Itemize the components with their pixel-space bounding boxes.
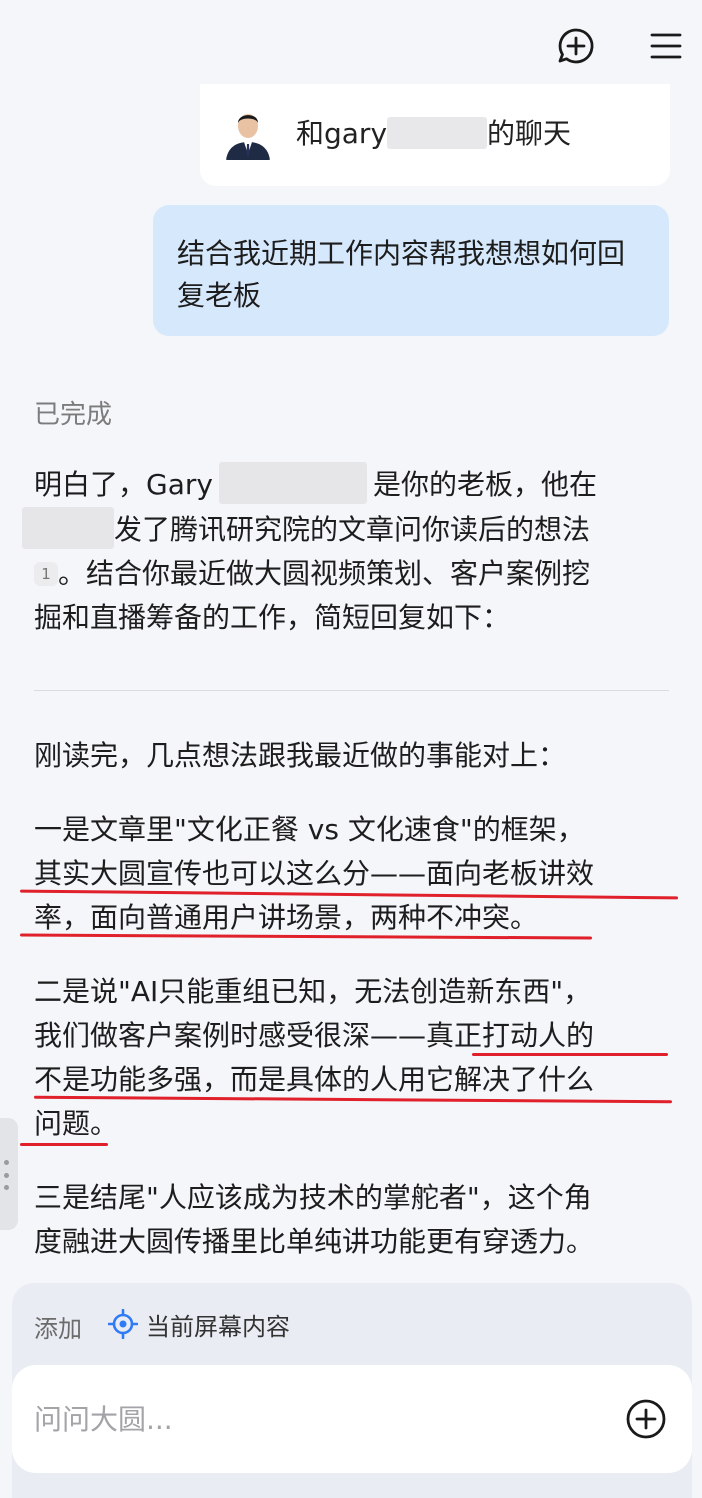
chat-plus-icon bbox=[558, 28, 594, 64]
message-input[interactable] bbox=[34, 1395, 594, 1443]
chat-context-title: 和gary 的聊天 bbox=[296, 117, 572, 150]
drag-dots-icon bbox=[4, 1160, 10, 1190]
reply-point-1: 一是文章里"文化正餐 vs 文化速食"的框架， 其实大圆宣传也可以这么分——面向… bbox=[34, 813, 595, 934]
redacted-name bbox=[218, 462, 367, 504]
redacted-time bbox=[22, 507, 114, 549]
plus-circle-icon bbox=[626, 1399, 666, 1439]
top-bar bbox=[0, 0, 702, 92]
answer-intro: 明白了，Gary 是你的老板，他在 发了腾讯研究院的文章问你读后的想法 1 。结合你… bbox=[22, 462, 674, 640]
screen-content-chip[interactable]: 当前屏幕内容 bbox=[108, 1306, 290, 1342]
add-attachment-button[interactable] bbox=[624, 1397, 668, 1441]
reply-lead: 刚读完，几点想法跟我最近做的事能对上： bbox=[34, 739, 567, 772]
reply-point-3: 三是结尾"人应该成为技术的掌舵者"，这个角 度融进大圆传播里比单纯讲功能更有穿透… bbox=[34, 1181, 595, 1258]
status-label: 已完成 bbox=[34, 400, 113, 430]
divider bbox=[34, 690, 669, 691]
highlight-underline bbox=[20, 1143, 108, 1146]
add-label: 添加 bbox=[34, 1315, 82, 1343]
message-input-box bbox=[12, 1365, 692, 1473]
reply-point-2: 二是说"AI只能重组已知，无法创造新东西"， 我们做客户案例时感受很深——真正打… bbox=[34, 975, 595, 1140]
avatar bbox=[222, 104, 274, 160]
chat-context-card[interactable]: 和gary 的聊天 bbox=[200, 84, 670, 186]
highlight-underline bbox=[472, 1053, 668, 1056]
intro-text: 明白了，Gary bbox=[34, 468, 213, 501]
user-message-bubble: 结合我近期工作内容帮我想想如何回复老板 bbox=[153, 205, 669, 336]
target-icon bbox=[108, 1309, 138, 1339]
menu-button[interactable] bbox=[644, 24, 688, 68]
citation-badge[interactable]: 1 bbox=[34, 562, 58, 586]
hamburger-menu-icon bbox=[650, 33, 682, 59]
new-chat-button[interactable] bbox=[554, 24, 598, 68]
user-message-text: 结合我近期工作内容帮我想想如何回复老板 bbox=[177, 237, 626, 312]
